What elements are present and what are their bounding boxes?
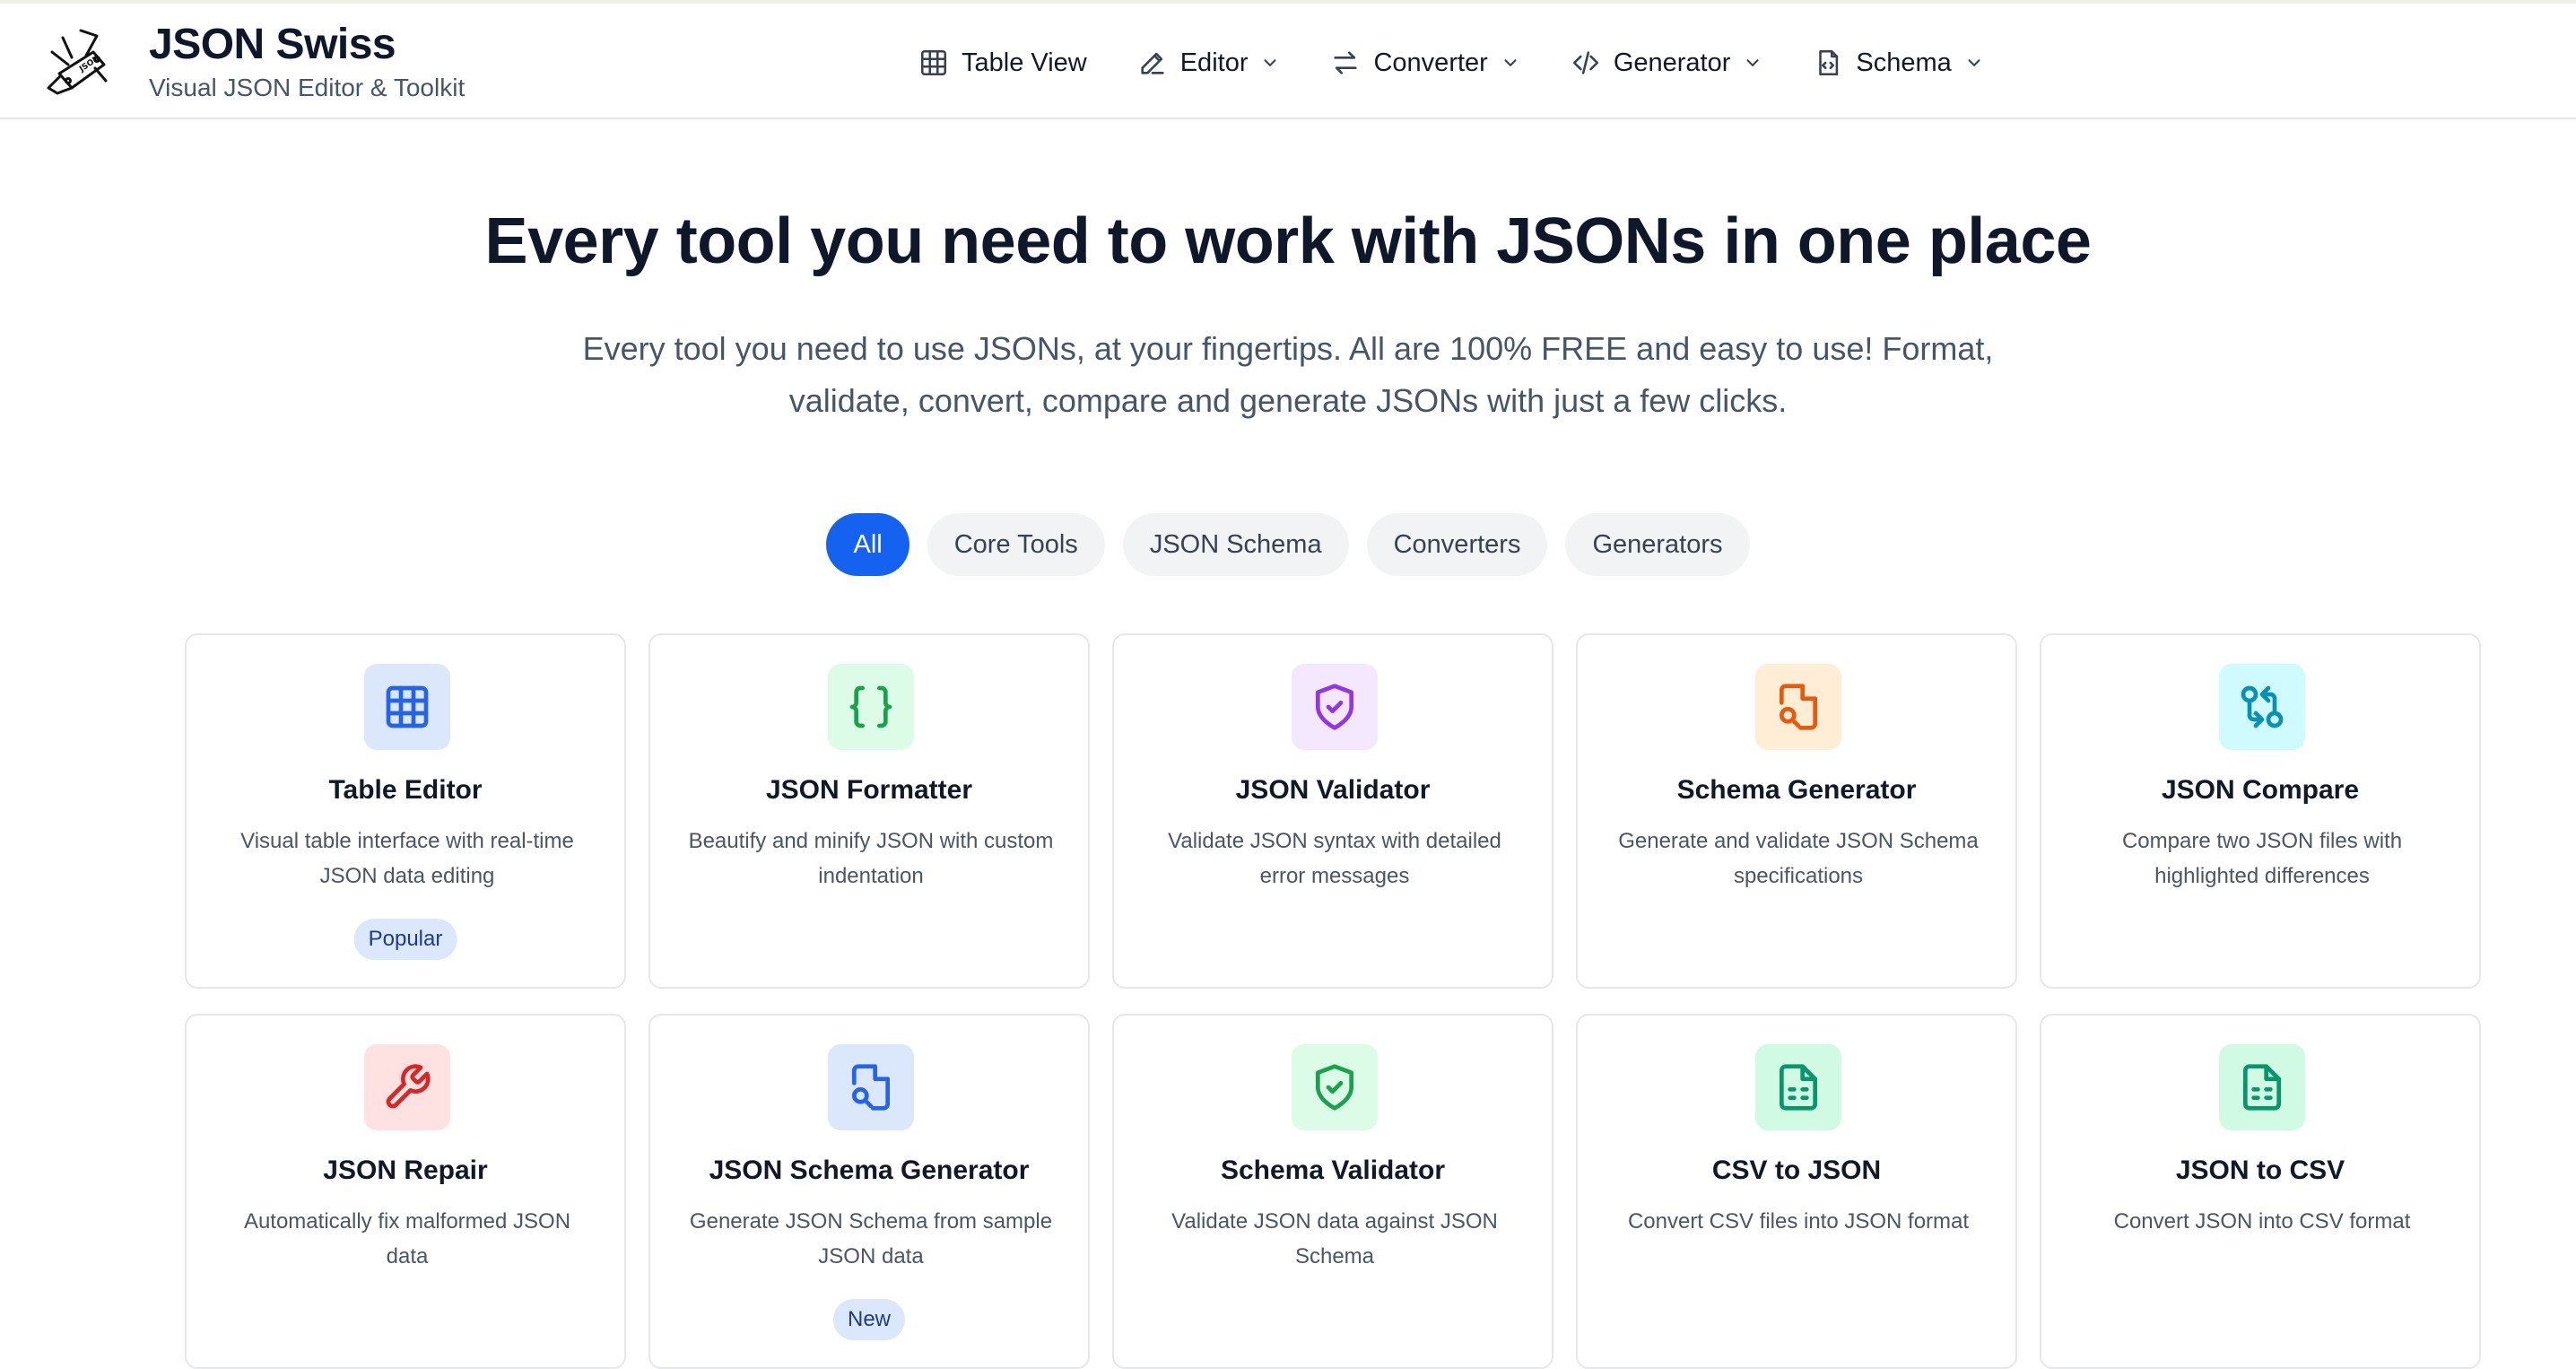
new-badge: New [832,1299,906,1340]
tool-title: JSON to CSV [2175,1155,2345,1185]
code-icon [1572,51,1598,74]
tool-icon-box [2219,664,2305,750]
nav-generator-label: Generator [1613,48,1731,77]
nav-table-view-label: Table View [962,48,1087,77]
nav-table-view[interactable]: Table View [918,39,1087,86]
arrows-swap-icon [1334,51,1358,74]
file-spreadsheet-icon [1780,1064,1817,1111]
hero-title: Every tool you need to work with JSONs i… [484,205,2092,277]
tool-card-json-formatter[interactable]: JSON Formatter Beautify and minify JSON … [648,633,1090,989]
tool-icon-box [828,1044,914,1130]
tool-description: Automatically fix malformed JSON data [243,1209,571,1269]
wrench-icon [386,1064,431,1109]
nav-schema[interactable]: Schema [1813,39,1983,86]
git-compare-icon [2241,685,2284,728]
swiss-knife-logo-icon[interactable]: JSON [45,25,111,99]
chevron-down-icon [1746,59,1759,66]
filter-json-schema[interactable]: JSON Schema [1122,513,1349,576]
tool-card-table-editor[interactable]: Table Editor Visual table interface with… [185,633,626,989]
tool-description: Beautify and minify JSON with custom ind… [688,829,1054,888]
tool-card-json-schema-generator[interactable]: JSON Schema Generator Generate JSON Sche… [648,1014,1090,1369]
filter-converters[interactable]: Converters [1366,513,1548,576]
tool-description: Compare two JSON files with highlighted … [2121,829,2403,888]
tool-title: Schema Generator [1676,775,1917,805]
tool-card-json-to-csv[interactable]: JSON to CSV Convert JSON into CSV format [2040,1014,2481,1369]
tool-card-schema-validator[interactable]: Schema Validator Validate JSON data agai… [1112,1014,1553,1369]
filter-core-tools[interactable]: Core Tools [927,513,1105,576]
popular-badge: Popular [353,919,457,960]
tool-card-schema-generator[interactable]: Schema Generator Generate and validate J… [1576,633,2017,989]
file-spreadsheet-icon [2243,1064,2281,1111]
tool-icon-box [828,664,914,750]
tool-description: Convert CSV files into JSON format [1627,1209,1970,1234]
table-icon [920,49,947,76]
file-search-icon [1780,684,1817,730]
tool-title: Schema Validator [1220,1155,1446,1185]
nav-converter[interactable]: Converter [1330,39,1519,86]
shield-check-icon [1316,684,1353,730]
table-grid-icon [386,685,429,728]
tool-icon-box [364,1044,450,1130]
nav-generator[interactable]: Generator [1571,39,1763,86]
shield-check-icon [1316,1064,1353,1111]
tool-icon-box [364,664,450,750]
brand-title[interactable]: JSON Swiss [149,20,396,69]
tool-description: Generate JSON Schema from sample JSON da… [689,1209,1053,1269]
tool-icon-box [1292,664,1378,750]
filter-chips: All Core Tools JSON Schema Converters Ge… [0,513,2576,576]
tool-description: Validate JSON syntax with detailed error… [1168,829,1501,888]
main-nav: Table View Editor Converter Generator Sc… [918,39,2034,86]
tool-description: Validate JSON data against JSON Schema [1171,1209,1498,1269]
tool-icon-box [1755,664,1841,750]
braces-icon [849,685,892,728]
nav-converter-label: Converter [1373,48,1488,77]
file-code-icon [1819,49,1839,76]
chevron-down-icon [1968,59,1980,66]
tools-grid: Table Editor Visual table interface with… [185,633,2483,1369]
hero-subtitle: Every tool you need to use JSONs, at you… [582,330,1994,419]
tool-title: JSON Formatter [765,775,973,805]
tool-card-json-validator[interactable]: JSON Validator Validate JSON syntax with… [1112,633,1553,989]
tool-icon-box [2219,1044,2305,1130]
tool-description: Generate and validate JSON Schema specif… [1618,829,1979,888]
chevron-down-icon [1504,59,1517,66]
filter-all[interactable]: All [826,513,909,576]
file-search-icon [852,1064,890,1111]
tool-icon-box [1755,1044,1841,1130]
tool-title: Table Editor [328,775,483,805]
tool-card-json-compare[interactable]: JSON Compare Compare two JSON files with… [2040,633,2481,989]
tool-title: JSON Repair [323,1155,488,1185]
tool-title: JSON Schema Generator [709,1155,1030,1185]
nav-editor-label: Editor [1179,48,1249,77]
tool-card-json-repair[interactable]: JSON Repair Automatically fix malformed … [185,1014,626,1369]
filter-generators[interactable]: Generators [1565,513,1750,576]
tool-description: Visual table interface with real-time JS… [240,829,574,888]
nav-editor[interactable]: Editor [1137,39,1281,86]
tool-description: Convert JSON into CSV format [2113,1209,2411,1234]
chevron-down-icon [1264,59,1276,66]
pencil-icon [1141,52,1164,74]
tool-title: JSON Validator [1235,775,1431,805]
tool-title: CSV to JSON [1711,1155,1882,1185]
tool-card-csv-to-json[interactable]: CSV to JSON Convert CSV files into JSON … [1576,1014,2017,1369]
tool-title: JSON Compare [2161,775,2360,805]
site-header: JSON JSON Swiss Visual JSON Editor & Too… [0,4,2576,119]
tool-icon-box [1292,1044,1378,1130]
nav-schema-label: Schema [1856,48,1952,77]
brand-subtitle: Visual JSON Editor & Toolkit [149,74,466,101]
